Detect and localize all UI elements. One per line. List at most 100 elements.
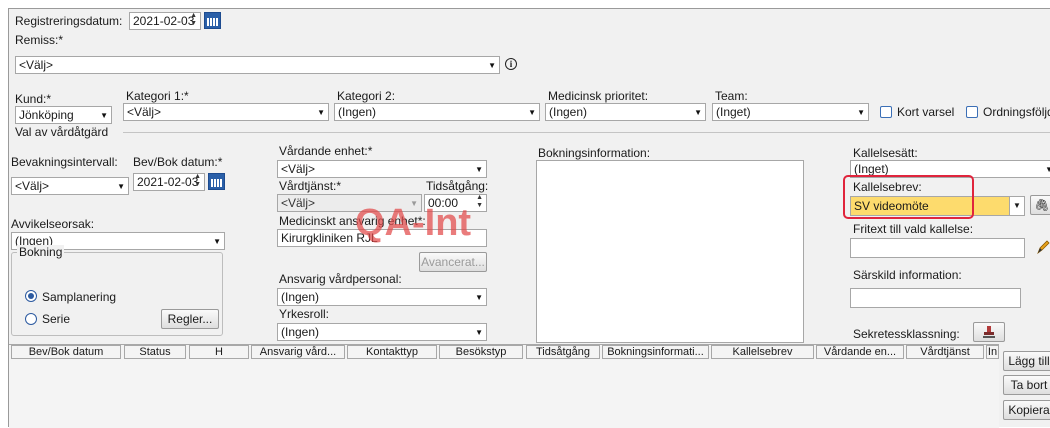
kort-varsel-label: Kort varsel [897, 105, 955, 119]
bevbok-label: Bev/Bok datum:* [133, 155, 223, 169]
registration-date-label: Registreringsdatum: [15, 14, 123, 28]
chevron-down-icon: ▼ [528, 108, 536, 117]
remiss-value: <Välj> [19, 58, 54, 72]
attachment-button[interactable]: 🖇 [1030, 195, 1050, 215]
serie-radio[interactable] [25, 313, 37, 325]
samplanering-radio[interactable] [25, 290, 37, 302]
remiss-select[interactable]: <Välj> ▼ [15, 56, 500, 74]
column-header[interactable]: Bev/Bok datum [11, 345, 121, 359]
kategori2-value: (Ingen) [338, 105, 377, 119]
edit-pencil-icon[interactable] [1035, 238, 1050, 256]
prioritet-value: (Ingen) [549, 105, 588, 119]
tidsatgang-label: Tidsåtgång: [426, 179, 489, 193]
chevron-down-icon: ▼ [100, 111, 108, 120]
kategori1-select[interactable]: <Välj> ▼ [123, 103, 329, 121]
chevron-down-icon: ▼ [488, 61, 496, 70]
column-header[interactable]: Tidsåtgång [526, 345, 600, 359]
watermark: QA-Int [355, 202, 472, 244]
calendar-icon[interactable] [208, 173, 225, 190]
chevron-down-icon: ▼ [213, 237, 221, 246]
column-header[interactable]: Besökstyp [439, 345, 523, 359]
sarskild-label: Särskild information: [853, 268, 962, 282]
add-button[interactable]: Lägg till [1003, 351, 1050, 371]
section-divider [123, 132, 1050, 133]
column-header[interactable]: Status [124, 345, 186, 359]
kund-label: Kund:* [15, 92, 52, 106]
remiss-label: Remiss:* [15, 33, 64, 47]
serie-label: Serie [42, 312, 71, 326]
ansvarig-vardpersonal-value: (Ingen) [281, 290, 320, 304]
registration-date-value: 2021-02-03 [133, 14, 195, 28]
column-header[interactable]: Vårdtjänst [906, 345, 984, 359]
bokningsinfo-textarea[interactable] [536, 160, 804, 343]
spinner-icon[interactable]: ▲ ▼ [190, 13, 197, 28]
bevakning-value: <Välj> [15, 179, 50, 193]
copy-button[interactable]: Kopiera [1003, 400, 1050, 420]
team-value: (Inget) [716, 105, 751, 119]
sarskild-field[interactable] [850, 288, 1021, 308]
bevakning-select[interactable]: <Välj> ▼ [11, 177, 129, 195]
results-table[interactable]: Bev/Bok datum Status H Ansvarig vård... … [9, 344, 999, 428]
highlight-box [843, 175, 974, 219]
ordningsfoljd-checkbox[interactable] [966, 106, 978, 118]
paperclip-icon: 🖇 [1034, 198, 1050, 212]
kallelsesatt-label: Kallelsesätt: [853, 146, 918, 160]
chevron-down-icon: ▼ [117, 182, 125, 191]
vardande-enhet-value: <Välj> [281, 162, 316, 176]
calendar-icon[interactable] [204, 12, 221, 29]
column-header[interactable]: Ansvarig vård... [251, 345, 345, 359]
ansvarig-vardpersonal-select[interactable]: (Ingen) ▼ [277, 288, 487, 306]
spinner-icon[interactable]: ▲ ▼ [476, 195, 483, 210]
column-header[interactable]: Kontakttyp [347, 345, 437, 359]
column-header[interactable]: Kallelsebrev [711, 345, 814, 359]
yrkesroll-value: (Ingen) [281, 325, 320, 339]
chevron-down-icon: ▼ [475, 165, 483, 174]
vardtjanst-value: <Välj> [281, 196, 316, 210]
chevron-down-icon: ▼ [317, 108, 325, 117]
bokning-title: Bokning [17, 245, 65, 259]
team-label: Team: [715, 89, 748, 103]
section-title: Val av vårdåtgärd [15, 125, 109, 139]
vardande-enhet-select[interactable]: <Välj> ▼ [277, 160, 487, 178]
chevron-down-icon: ▼ [857, 108, 865, 117]
kund-value: Jönköping [19, 108, 74, 122]
chevron-down-icon: ▼ [694, 108, 702, 117]
bokningsinfo-label: Bokningsinformation: [538, 146, 651, 160]
avancerat-button[interactable]: Avancerat... [419, 252, 487, 272]
team-select[interactable]: (Inget) ▼ [712, 103, 869, 121]
sekretess-button[interactable] [973, 322, 1005, 342]
kategori2-select[interactable]: (Ingen) ▼ [334, 103, 540, 121]
booking-form: Registreringsdatum: 2021-02-03 ▲ ▼ Remiss… [8, 8, 1050, 428]
yrkesroll-label: Yrkesroll: [279, 307, 330, 321]
bevbok-date-field[interactable]: 2021-02-03 ▲ ▼ [133, 173, 205, 191]
kallelsesatt-value: (Inget) [854, 162, 889, 176]
chevron-down-icon: ▼ [1045, 162, 1050, 177]
registration-date-field[interactable]: 2021-02-03 ▲ ▼ [129, 12, 201, 30]
column-header[interactable]: Bokningsinformati... [602, 345, 709, 359]
chevron-down-icon: ▼ [1009, 197, 1024, 215]
prioritet-label: Medicinsk prioritet: [548, 89, 649, 103]
kort-varsel-checkbox[interactable] [880, 106, 892, 118]
vardtjanst-label: Vårdtjänst:* [279, 179, 342, 193]
column-header[interactable]: H [189, 345, 249, 359]
yrkesroll-select[interactable]: (Ingen) ▼ [277, 323, 487, 341]
fritext-field[interactable] [850, 238, 1025, 258]
kategori1-value: <Välj> [127, 105, 162, 119]
ordningsfoljd-label: Ordningsföljd [983, 105, 1050, 119]
regler-button[interactable]: Regler... [161, 309, 219, 329]
info-icon[interactable]: i [505, 58, 517, 70]
samplanering-label: Samplanering [42, 290, 117, 304]
ansvarig-vardpersonal-label: Ansvarig vårdpersonal: [279, 272, 402, 286]
kategori2-label: Kategori 2: [337, 89, 396, 103]
spinner-icon[interactable]: ▲ ▼ [194, 174, 201, 189]
vardande-enhet-label: Vårdande enhet:* [279, 144, 373, 158]
remove-button[interactable]: Ta bort [1003, 375, 1050, 395]
stamp-icon [983, 326, 995, 338]
bevakning-label: Bevakningsintervall: [11, 155, 118, 169]
kund-select[interactable]: Jönköping ▼ [15, 106, 112, 124]
column-header[interactable]: In [986, 345, 999, 359]
prioritet-select[interactable]: (Ingen) ▼ [545, 103, 706, 121]
sekretess-label: Sekretessklassning: [853, 327, 960, 341]
chevron-down-icon: ▼ [475, 328, 483, 337]
column-header[interactable]: Vårdande en... [816, 345, 904, 359]
